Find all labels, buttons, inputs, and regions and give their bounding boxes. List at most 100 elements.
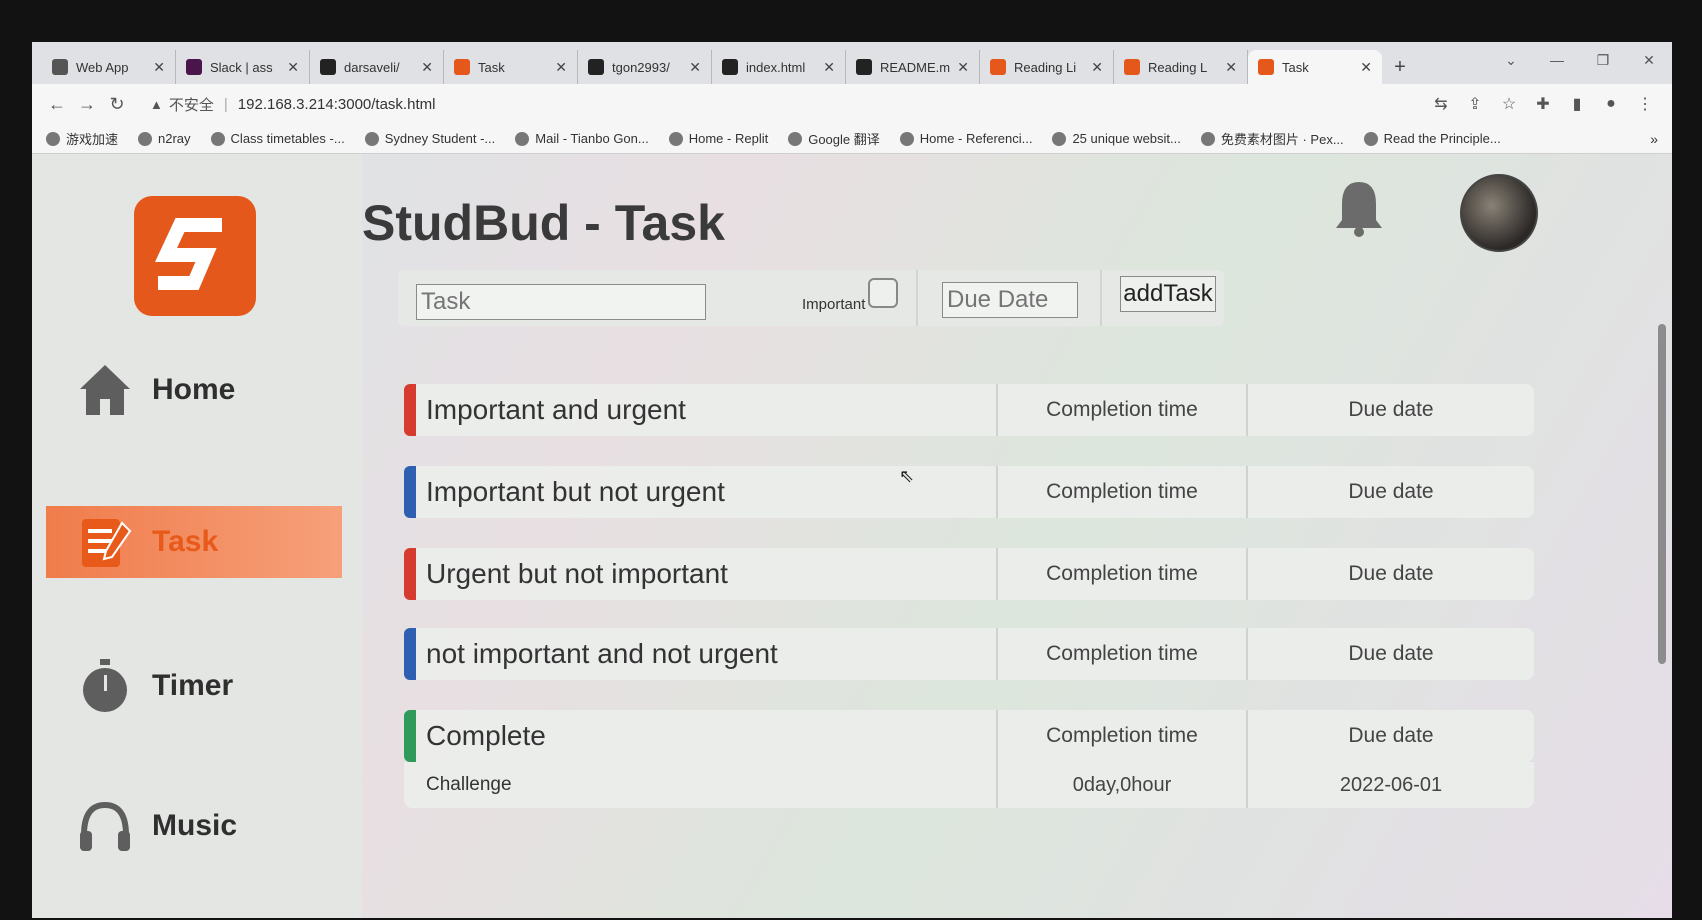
close-icon[interactable]: ✕ xyxy=(1360,59,1372,76)
table-row[interactable]: Challenge 0day,0hour 2022-06-01 xyxy=(404,762,1534,808)
bookmark-label: Google 翻译 xyxy=(808,132,880,147)
tab-label: tgon2993/ xyxy=(612,59,670,75)
close-icon[interactable]: ✕ xyxy=(287,59,299,76)
bookmark-item[interactable]: Sydney Student -... xyxy=(364,131,496,146)
studbud-icon xyxy=(454,59,470,75)
section-title: Urgent but not important xyxy=(426,558,728,589)
side-panel-icon[interactable]: ▮ xyxy=(1560,94,1594,114)
menu-icon[interactable]: ⋮ xyxy=(1628,94,1662,114)
close-icon[interactable]: ✕ xyxy=(555,59,567,76)
warning-icon: ▲ xyxy=(150,96,163,112)
bookmark-item[interactable]: Google 翻译 xyxy=(788,129,880,148)
browser-tab[interactable]: Reading Li ✕ xyxy=(980,50,1114,84)
close-icon[interactable]: ✕ xyxy=(957,59,969,76)
profile-icon[interactable]: ● xyxy=(1594,95,1628,113)
sidebar-item-label: Home xyxy=(152,373,236,406)
bookmark-item[interactable]: 游戏加速 xyxy=(46,129,118,148)
tab-label: README.m xyxy=(880,59,951,75)
bookmark-item[interactable]: Home - Replit xyxy=(668,131,768,146)
sidebar-item-label: Task xyxy=(152,525,219,558)
avatar[interactable] xyxy=(1460,174,1538,252)
extensions-icon[interactable]: ✚ xyxy=(1526,94,1560,114)
bookmark-favicon-icon xyxy=(1363,131,1378,146)
bookmark-favicon-icon xyxy=(899,131,914,146)
due-date-value: 2022-06-01 xyxy=(1246,762,1534,808)
home-icon xyxy=(76,361,134,419)
reload-button[interactable]: ↻ xyxy=(102,94,132,115)
section-color-bar xyxy=(404,384,416,436)
forward-button[interactable]: → xyxy=(72,94,102,115)
minimize-button[interactable]: — xyxy=(1534,42,1580,78)
bookmarks-bar: 游戏加速 n2ray Class timetables -... Sydney Stu… xyxy=(32,124,1672,154)
close-icon[interactable]: ✕ xyxy=(1091,59,1103,76)
bookmark-item[interactable]: 25 unique websit... xyxy=(1052,131,1181,146)
close-icon[interactable]: ✕ xyxy=(689,59,701,76)
close-icon[interactable]: ✕ xyxy=(823,59,835,76)
tab-strip: Web App ✕ Slack | ass ✕ darsaveli/✕ Task ✕ tgon… xyxy=(32,42,1672,84)
new-tab-button[interactable]: + xyxy=(1382,50,1418,84)
column-header-due-date: Due date xyxy=(1246,710,1534,762)
restore-button[interactable]: ❐ xyxy=(1580,42,1626,78)
bookmark-label: Sydney Student -... xyxy=(384,131,496,146)
task-name: Challenge xyxy=(426,774,512,795)
scrollbar-thumb[interactable] xyxy=(1658,324,1666,664)
completion-time-value: 0day,0hour xyxy=(996,762,1246,808)
bookmark-item[interactable]: Class timetables -... xyxy=(210,131,345,146)
browser-tab[interactable]: index.html ✕ xyxy=(712,50,846,84)
sidebar-item-home[interactable]: Home xyxy=(46,354,342,426)
sidebar-item-label: Music xyxy=(152,809,238,842)
share-icon[interactable]: ⇪ xyxy=(1458,94,1492,114)
tab-label: index.html xyxy=(746,59,806,75)
bookmark-item[interactable]: 免费素材图片 · Pex... xyxy=(1200,129,1344,148)
browser-tab[interactable]: Slack | ass ✕ xyxy=(176,50,310,84)
browser-tab[interactable]: darsaveli/ ✕ xyxy=(310,50,444,84)
important-label: Important xyxy=(802,296,866,313)
tab-label: Reading Li xyxy=(1014,59,1077,75)
close-icon[interactable]: ✕ xyxy=(153,59,165,76)
bookmark-favicon-icon xyxy=(515,131,530,146)
bookmarks-more-button[interactable]: » xyxy=(1650,131,1658,147)
sidebar-item-timer[interactable]: Timer xyxy=(46,650,342,722)
mouse-cursor-icon: ⇖ xyxy=(899,466,915,486)
add-task-button[interactable]: addTask xyxy=(1120,276,1216,312)
bookmark-label: Home - Referenci... xyxy=(919,131,1033,146)
scrollbar[interactable] xyxy=(1656,154,1668,918)
tab-label: Task xyxy=(478,59,505,75)
bookmark-label: Class timetables -... xyxy=(230,131,345,146)
due-date-input[interactable] xyxy=(942,282,1078,318)
bookmark-item[interactable]: n2ray xyxy=(138,131,191,146)
close-icon[interactable]: ✕ xyxy=(1225,59,1237,76)
task-input[interactable] xyxy=(416,284,706,320)
section-color-bar xyxy=(404,548,416,600)
close-window-button[interactable]: ✕ xyxy=(1626,42,1672,78)
task-section-header: Important and urgent Completion time Due d… xyxy=(404,384,1534,436)
browser-tab[interactable]: README.m ✕ xyxy=(846,50,980,84)
sidebar-item-task[interactable]: Task xyxy=(46,506,342,578)
replit-icon xyxy=(722,59,738,75)
back-button[interactable]: ← xyxy=(42,94,72,115)
tab-search-icon[interactable]: ⌄ xyxy=(1488,42,1534,78)
bookmark-item[interactable]: Read the Principle... xyxy=(1363,131,1501,146)
main-panel: StudBud - Task Important addTask Importa… xyxy=(362,154,1672,918)
browser-tab[interactable]: Reading L ✕ xyxy=(1114,50,1248,84)
task-section-header: not important and not urgent Completion t… xyxy=(404,628,1534,680)
notification-bell-icon[interactable] xyxy=(1332,178,1386,238)
bookmark-item[interactable]: Home - Referenci... xyxy=(899,131,1033,146)
close-icon[interactable]: ✕ xyxy=(421,59,433,76)
sidebar-item-music[interactable]: Music xyxy=(46,790,342,862)
browser-tab[interactable]: Task ✕ xyxy=(444,50,578,84)
tab-label: Reading L xyxy=(1148,59,1208,75)
bookmark-favicon-icon xyxy=(364,131,379,146)
address-bar[interactable]: ▲ 不安全 | 192.168.3.214:3000/task.html xyxy=(142,89,1414,119)
browser-tab[interactable]: tgon2993/ ✕ xyxy=(578,50,712,84)
task-section-header: Important but not urgent Completion time D… xyxy=(404,466,1534,518)
important-checkbox[interactable] xyxy=(868,278,898,308)
bookmark-item[interactable]: Mail - Tianbo Gon... xyxy=(515,131,649,146)
browser-tab[interactable]: Web App ✕ xyxy=(42,50,176,84)
bookmark-favicon-icon xyxy=(1052,131,1067,146)
bookmark-label: Read the Principle... xyxy=(1383,131,1501,146)
bookmark-star-icon[interactable]: ☆ xyxy=(1492,94,1526,114)
translate-icon[interactable]: ⇆ xyxy=(1424,94,1458,114)
browser-tab[interactable]: Task ✕ xyxy=(1248,50,1382,84)
form-divider xyxy=(1100,270,1102,326)
